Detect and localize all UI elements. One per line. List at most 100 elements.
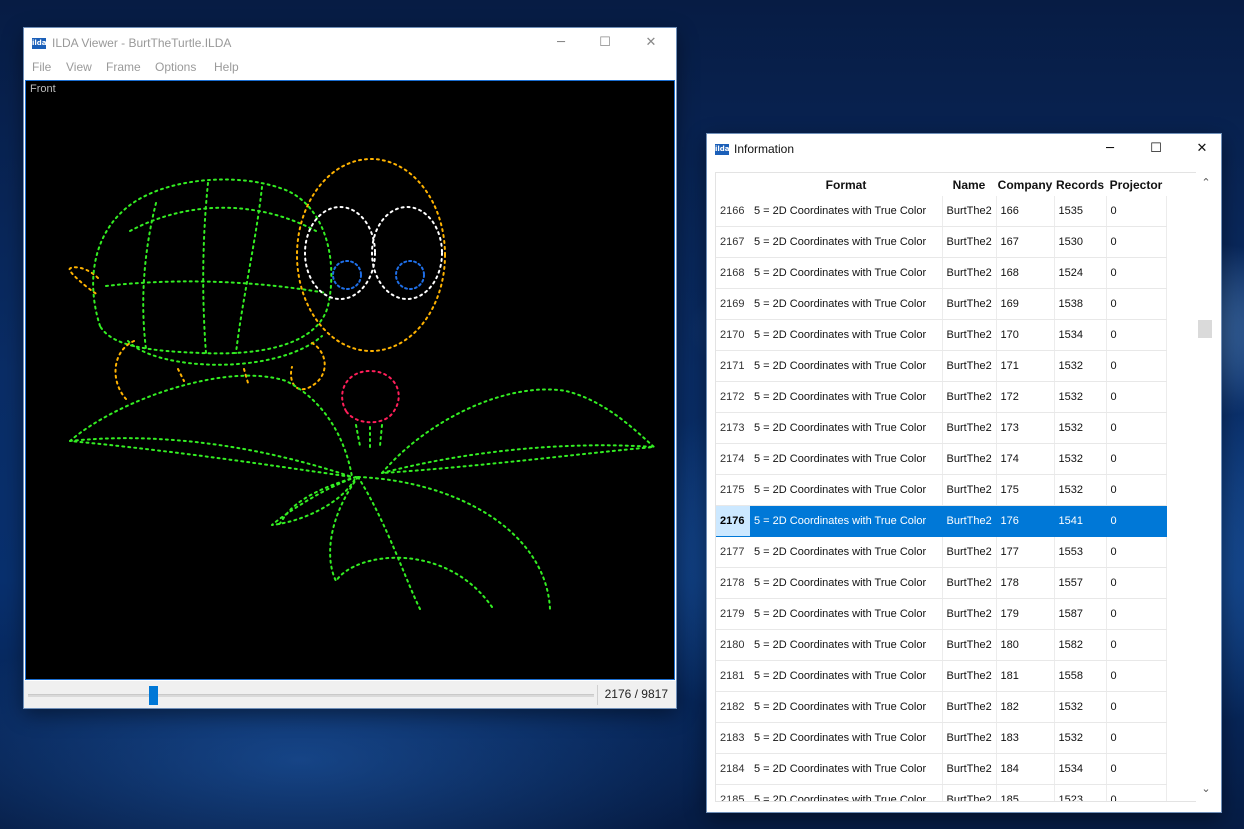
projector-cell: 0 <box>1106 319 1167 351</box>
format-cell: 5 = 2D Coordinates with True Color <box>750 598 943 630</box>
row-index: 2170 <box>716 319 750 351</box>
table-row[interactable]: 2166 5 = 2D Coordinates with True Color Bu… <box>716 196 1167 227</box>
minimize-icon[interactable]: ─ <box>1087 134 1133 164</box>
table-row[interactable]: 2178 5 = 2D Coordinates with True Color Bu… <box>716 567 1167 599</box>
row-index: 2179 <box>716 598 750 630</box>
info-titlebar[interactable]: ilda Information ─ ☐ ✕ <box>707 134 1221 164</box>
frame-slider-track[interactable] <box>28 694 594 697</box>
column-header-name[interactable]: Name <box>942 173 996 196</box>
records-cell: 1557 <box>1054 567 1107 599</box>
table-row[interactable]: 2177 5 = 2D Coordinates with True Color Bu… <box>716 536 1167 568</box>
format-cell: 5 = 2D Coordinates with True Color <box>750 443 943 475</box>
view-label: Front <box>30 83 56 95</box>
menu-help[interactable]: Help <box>214 60 239 74</box>
format-cell: 5 = 2D Coordinates with True Color <box>750 567 943 599</box>
column-header-index[interactable] <box>716 173 750 196</box>
maximize-icon[interactable]: ☐ <box>1133 134 1179 164</box>
records-cell: 1532 <box>1054 412 1107 444</box>
left-pupil <box>332 260 362 290</box>
format-cell: 5 = 2D Coordinates with True Color <box>750 753 943 785</box>
records-cell: 1582 <box>1054 629 1107 661</box>
format-cell: 5 = 2D Coordinates with True Color <box>750 722 943 754</box>
close-icon[interactable]: ✕ <box>1179 134 1225 164</box>
row-index: 2177 <box>716 536 750 568</box>
left-eye <box>304 206 376 300</box>
table-row[interactable]: 2175 5 = 2D Coordinates with True Color Bu… <box>716 474 1167 506</box>
maximize-icon[interactable]: ☐ <box>582 28 628 58</box>
table-row[interactable]: 2183 5 = 2D Coordinates with True Color Bu… <box>716 722 1167 754</box>
table-row[interactable]: 2184 5 = 2D Coordinates with True Color Bu… <box>716 753 1167 785</box>
row-index: 2173 <box>716 412 750 444</box>
company-cell: 180 <box>996 629 1055 661</box>
chevron-down-icon[interactable]: ⌄ <box>1199 782 1213 796</box>
right-eye <box>371 206 443 300</box>
company-cell: 171 <box>996 350 1055 382</box>
chevron-up-icon[interactable]: ⌃ <box>1199 176 1213 190</box>
menu-frame[interactable]: Frame <box>106 60 141 74</box>
name-cell: BurtThe2 <box>942 629 997 661</box>
name-cell: BurtThe2 <box>942 288 997 320</box>
records-cell: 1538 <box>1054 288 1107 320</box>
vertical-scrollbar[interactable]: ⌃ ⌄ <box>1196 172 1216 802</box>
scrollbar-thumb[interactable] <box>1198 320 1212 338</box>
name-cell: BurtThe2 <box>942 196 997 227</box>
table-row[interactable]: 2173 5 = 2D Coordinates with True Color Bu… <box>716 412 1167 444</box>
company-cell: 170 <box>996 319 1055 351</box>
window-title: ILDA Viewer - BurtTheTurtle.ILDA <box>52 36 232 50</box>
projector-cell: 0 <box>1106 598 1167 630</box>
laser-drawing <box>68 158 655 610</box>
company-cell: 184 <box>996 753 1055 785</box>
projector-cell: 0 <box>1106 784 1167 801</box>
table-row[interactable]: 2174 5 = 2D Coordinates with True Color Bu… <box>716 443 1167 475</box>
laser-frame-canvas[interactable]: Front <box>25 80 675 680</box>
table-row[interactable]: 2185 5 = 2D Coordinates with True Color Bu… <box>716 784 1167 801</box>
minimize-icon[interactable]: ─ <box>538 28 584 58</box>
right-leaf <box>381 388 655 474</box>
table-row[interactable]: 2179 5 = 2D Coordinates with True Color Bu… <box>716 598 1167 630</box>
table-row[interactable]: 2182 5 = 2D Coordinates with True Color Bu… <box>716 691 1167 723</box>
format-cell: 5 = 2D Coordinates with True Color <box>750 381 943 413</box>
company-cell: 166 <box>996 196 1055 227</box>
projector-cell: 0 <box>1106 412 1167 444</box>
name-cell: BurtThe2 <box>942 567 997 599</box>
column-header-format[interactable]: Format <box>750 173 942 196</box>
name-cell: BurtThe2 <box>942 660 997 692</box>
column-header-company[interactable]: Company <box>996 173 1054 196</box>
menu-options[interactable]: Options <box>155 60 196 74</box>
table-row[interactable]: 2172 5 = 2D Coordinates with True Color Bu… <box>716 381 1167 413</box>
projector-cell: 0 <box>1106 474 1167 506</box>
projector-cell: 0 <box>1106 567 1167 599</box>
records-cell: 1541 <box>1054 505 1107 537</box>
slider-divider <box>597 685 598 705</box>
viewer-titlebar[interactable]: ilda ILDA Viewer - BurtTheTurtle.ILDA ─ … <box>24 28 676 58</box>
projector-cell: 0 <box>1106 350 1167 382</box>
table-row[interactable]: 2168 5 = 2D Coordinates with True Color Bu… <box>716 257 1167 289</box>
projector-cell: 0 <box>1106 381 1167 413</box>
projector-cell: 0 <box>1106 257 1167 289</box>
records-cell: 1534 <box>1054 753 1107 785</box>
column-header-projector[interactable]: Projector <box>1106 173 1166 196</box>
table-header-row: Format Name Company Records Projector <box>716 173 1166 196</box>
frame-slider-thumb[interactable] <box>149 686 159 705</box>
row-index: 2178 <box>716 567 750 599</box>
table-row[interactable]: 2171 5 = 2D Coordinates with True Color Bu… <box>716 350 1167 382</box>
table-row[interactable]: 2176 5 = 2D Coordinates with True Color Bu… <box>716 505 1167 537</box>
name-cell: BurtThe2 <box>942 784 997 801</box>
records-cell: 1530 <box>1054 226 1107 258</box>
name-cell: BurtThe2 <box>942 536 997 568</box>
table-row[interactable]: 2180 5 = 2D Coordinates with True Color Bu… <box>716 629 1167 661</box>
menu-file[interactable]: File <box>32 60 51 74</box>
format-cell: 5 = 2D Coordinates with True Color <box>750 350 943 382</box>
column-header-records[interactable]: Records <box>1054 173 1106 196</box>
name-cell: BurtThe2 <box>942 226 997 258</box>
information-table[interactable]: Format Name Company Records Projector 21… <box>715 172 1205 802</box>
table-row[interactable]: 2181 5 = 2D Coordinates with True Color Bu… <box>716 660 1167 692</box>
close-icon[interactable]: ✕ <box>628 28 674 58</box>
menu-view[interactable]: View <box>66 60 92 74</box>
company-cell: 178 <box>996 567 1055 599</box>
table-row[interactable]: 2167 5 = 2D Coordinates with True Color Bu… <box>716 226 1167 258</box>
table-row[interactable]: 2169 5 = 2D Coordinates with True Color Bu… <box>716 288 1167 320</box>
table-row[interactable]: 2170 5 = 2D Coordinates with True Color Bu… <box>716 319 1167 351</box>
company-cell: 177 <box>996 536 1055 568</box>
company-cell: 181 <box>996 660 1055 692</box>
